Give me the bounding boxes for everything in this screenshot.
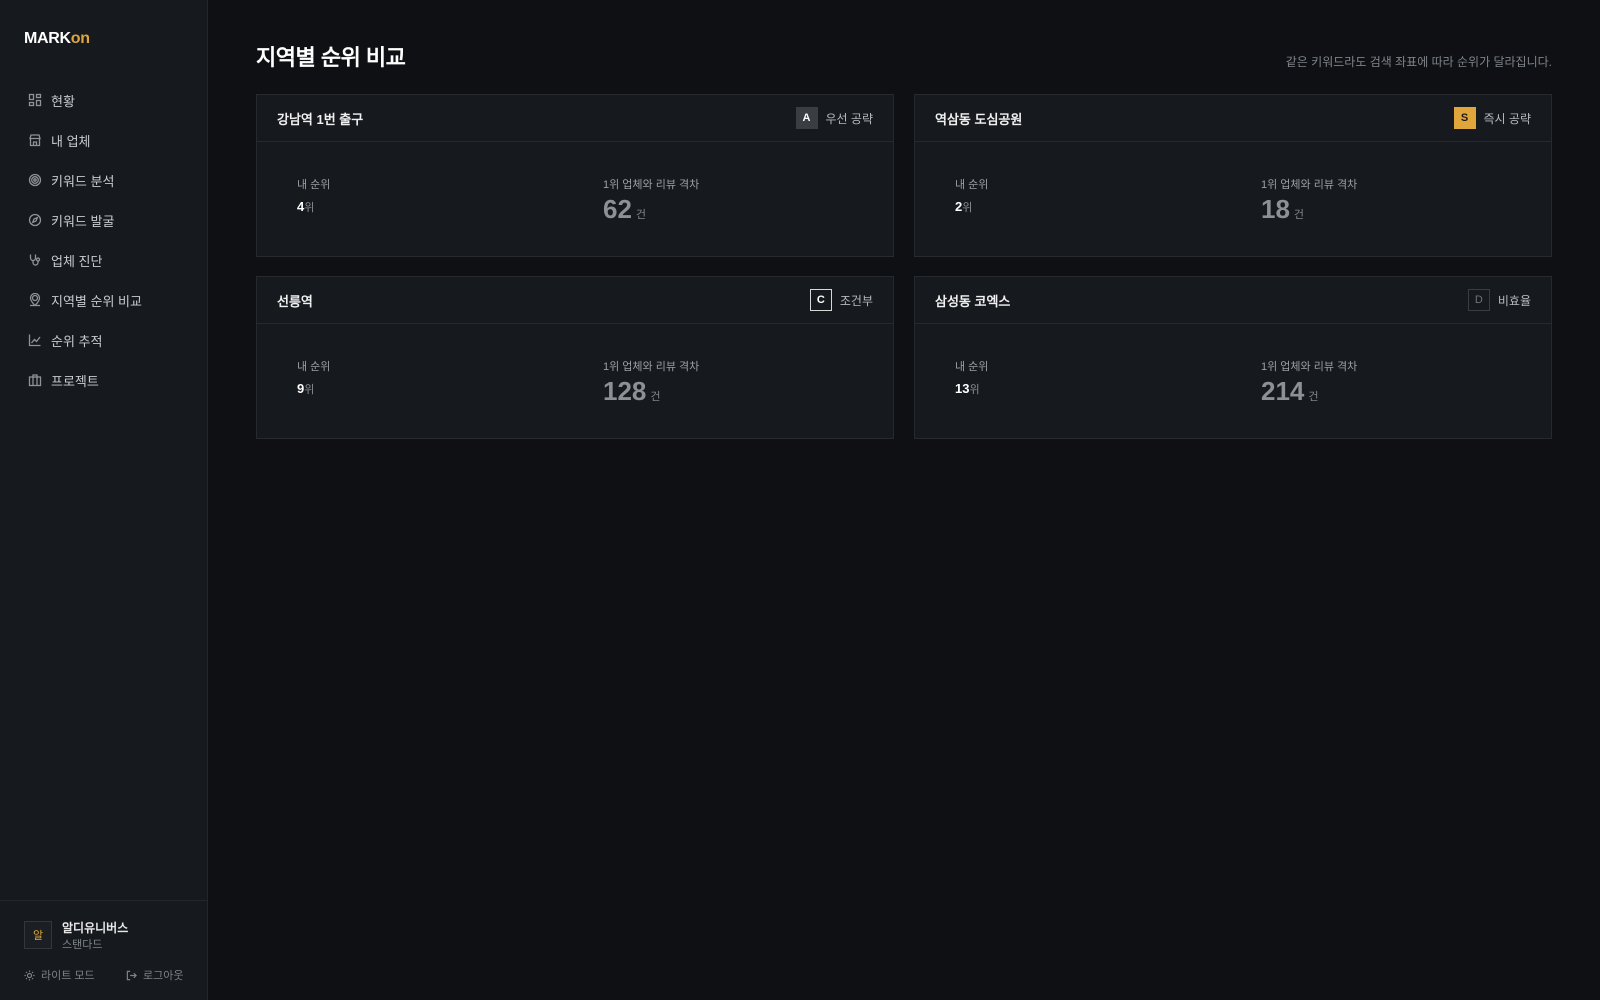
grade-label: 우선 공략: [825, 111, 874, 126]
logout-label: 로그아웃: [143, 970, 184, 982]
sidebar-item-business-diagnosis[interactable]: 업체 진단: [0, 240, 207, 280]
location-name: 삼성동 코엑스: [935, 293, 1011, 309]
sidebar-item-label: 지역별 순위 비교: [51, 293, 142, 309]
sidebar-item-label: 키워드 발굴: [51, 213, 115, 229]
theme-toggle-button[interactable]: 라이트 모드: [24, 967, 95, 983]
card-header: 강남역 1번 출구 A 우선 공략: [257, 95, 893, 142]
card-header: 선릉역 C 조건부: [257, 277, 893, 324]
briefcase-icon: [28, 373, 42, 387]
stethoscope-icon: [28, 253, 42, 267]
card-body: 내 순위 9위 1위 업체와 리뷰 격차 128 건: [257, 324, 893, 438]
sidebar-item-keyword-discovery[interactable]: 키워드 발굴: [0, 200, 207, 240]
grade-indicator: S 즉시 공략: [1453, 107, 1532, 129]
target-icon: [28, 173, 42, 187]
location-name: 선릉역: [277, 293, 313, 309]
review-gap-value: 214 건: [1261, 376, 1319, 406]
my-rank-label: 내 순위: [955, 179, 989, 191]
grade-indicator: A 우선 공략: [795, 107, 874, 129]
my-rank-label: 내 순위: [955, 361, 989, 373]
grade-badge: A: [795, 107, 818, 129]
card-body: 내 순위 2위 1위 업체와 리뷰 격차 18 건: [915, 142, 1551, 256]
sidebar: MARKon 현황 내 업체 키워드 분석 키워드 발굴 업체 진단 지역별 순…: [0, 0, 208, 1000]
grade-label: 조건부: [839, 293, 873, 308]
card-header: 삼성동 코엑스 D 비효율: [915, 277, 1551, 324]
review-gap-label: 1위 업체와 리뷰 격차: [1261, 361, 1358, 373]
location-card: 삼성동 코엑스 D 비효율 내 순위 13위 1위 업체와 리뷰 격차 214 건: [914, 276, 1552, 439]
sidebar-footer: 알 알디유니버스 스탠다드 라이트 모드 로그아웃: [0, 900, 207, 1000]
line-chart-icon: [28, 333, 42, 347]
sun-icon: [24, 969, 35, 981]
sidebar-item-rank-tracking[interactable]: 순위 추적: [0, 320, 207, 360]
sidebar-item-label: 업체 진단: [51, 253, 103, 269]
my-rank-value: 2위: [955, 199, 973, 214]
card-header: 역삼동 도심공원 S 즉시 공략: [915, 95, 1551, 142]
grid-icon: [28, 93, 42, 107]
my-rank-label: 내 순위: [297, 179, 331, 191]
location-name: 역삼동 도심공원: [935, 111, 1023, 127]
avatar[interactable]: 알: [24, 921, 52, 949]
location-name: 강남역 1번 출구: [277, 111, 364, 127]
review-gap-label: 1위 업체와 리뷰 격차: [603, 361, 700, 373]
sidebar-item-label: 현황: [51, 93, 75, 109]
sidebar-item-regional-rank[interactable]: 지역별 순위 비교: [0, 280, 207, 320]
app-logo[interactable]: MARKon: [24, 30, 90, 48]
main-content: 지역별 순위 비교 같은 키워드라도 검색 좌표에 따라 순위가 달라집니다. …: [208, 0, 1600, 1000]
sidebar-item-label: 순위 추적: [51, 333, 103, 349]
review-gap-value: 62 건: [603, 194, 647, 224]
grade-indicator: D 비효율: [1467, 289, 1531, 311]
grade-badge: C: [809, 289, 832, 311]
sidebar-item-label: 프로젝트: [51, 373, 99, 389]
page-description: 같은 키워드라도 검색 좌표에 따라 순위가 달라집니다.: [1285, 55, 1552, 69]
theme-toggle-label: 라이트 모드: [41, 970, 95, 982]
location-card: 선릉역 C 조건부 내 순위 9위 1위 업체와 리뷰 격차 128 건: [256, 276, 894, 439]
grade-badge: D: [1467, 289, 1490, 311]
my-rank-value: 13위: [955, 381, 980, 396]
page-title: 지역별 순위 비교: [256, 45, 406, 70]
review-gap-label: 1위 업체와 리뷰 격차: [603, 179, 700, 191]
grade-indicator: C 조건부: [809, 289, 873, 311]
store-icon: [28, 133, 42, 147]
logo-on: on: [70, 30, 90, 47]
logout-icon: [126, 970, 137, 980]
sidebar-item-label: 키워드 분석: [51, 173, 115, 189]
sidebar-item-dashboard[interactable]: 현황: [0, 80, 207, 120]
compass-icon: [28, 213, 42, 227]
logo-mark: MARK: [24, 30, 71, 47]
review-gap-value: 128 건: [603, 376, 661, 406]
sidebar-nav: 현황 내 업체 키워드 분석 키워드 발굴 업체 진단 지역별 순위 비교 순위…: [0, 80, 207, 400]
sidebar-item-label: 내 업체: [51, 133, 91, 149]
location-card: 강남역 1번 출구 A 우선 공략 내 순위 4위 1위 업체와 리뷰 격차 6…: [256, 94, 894, 257]
my-rank-label: 내 순위: [297, 361, 331, 373]
map-pin-user-icon: [28, 293, 42, 307]
review-gap-label: 1위 업체와 리뷰 격차: [1261, 179, 1358, 191]
card-body: 내 순위 13위 1위 업체와 리뷰 격차 214 건: [915, 324, 1551, 438]
sidebar-item-keyword-analysis[interactable]: 키워드 분석: [0, 160, 207, 200]
sidebar-item-my-business[interactable]: 내 업체: [0, 120, 207, 160]
my-rank-value: 9위: [297, 381, 315, 396]
logout-button[interactable]: 로그아웃: [126, 967, 183, 983]
my-rank-value: 4위: [297, 199, 315, 214]
card-body: 내 순위 4위 1위 업체와 리뷰 격차 62 건: [257, 142, 893, 256]
grade-badge: S: [1453, 107, 1476, 129]
user-name: 알디유니버스: [62, 921, 129, 935]
sidebar-item-projects[interactable]: 프로젝트: [0, 360, 207, 400]
grade-label: 비효율: [1497, 293, 1531, 308]
user-plan: 스탠다드: [62, 939, 103, 951]
review-gap-value: 18 건: [1261, 194, 1305, 224]
grade-label: 즉시 공략: [1483, 111, 1532, 126]
location-card: 역삼동 도심공원 S 즉시 공략 내 순위 2위 1위 업체와 리뷰 격차 18…: [914, 94, 1552, 257]
